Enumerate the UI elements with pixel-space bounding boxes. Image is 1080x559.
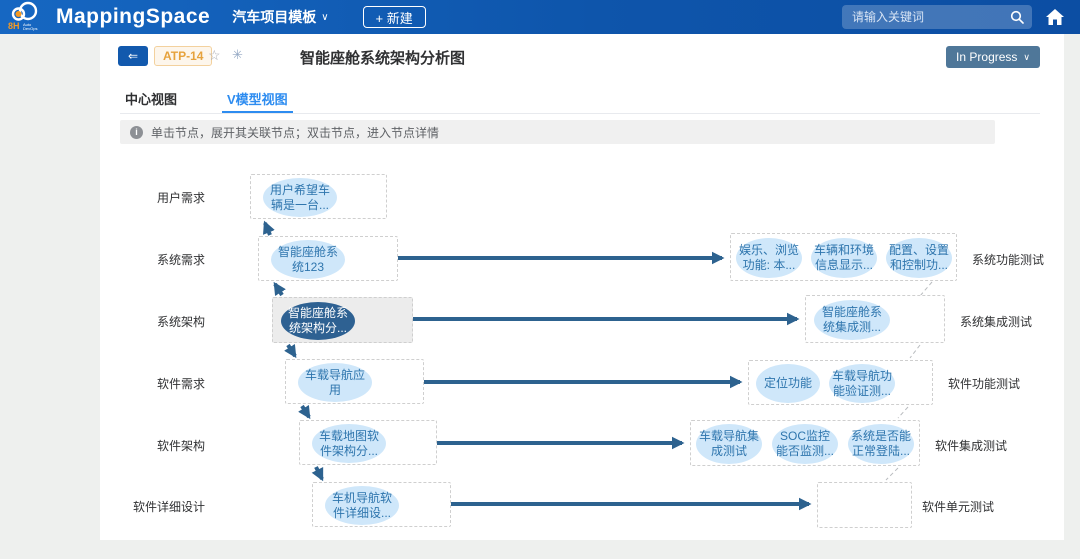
cloud-logo-icon: [10, 1, 44, 23]
node-test-system-login[interactable]: 系统是否能 正常登陆...: [848, 424, 914, 464]
test-label-software-integration: 软件集成测试: [935, 437, 1007, 454]
info-icon: i: [130, 126, 143, 139]
node-group-software-architecture: 车载地图软 件架构分...: [299, 420, 437, 465]
search-box: [842, 5, 1032, 29]
node-group-system-architecture: 智能座舱系 统架构分...: [272, 297, 413, 343]
test-label-software-function: 软件功能测试: [948, 375, 1020, 392]
test-group-software-function: 定位功能 车载导航功 能验证测...: [748, 360, 933, 405]
node-test-positioning[interactable]: 定位功能: [756, 364, 820, 403]
node-group-user-requirement: 用户希望车 辆是一台...: [250, 174, 387, 219]
search-icon[interactable]: [1010, 10, 1024, 24]
info-tip-text: 单击节点，展开其关联节点；双击节点，进入节点详情: [151, 124, 439, 141]
app-logo: 8H Auto DevOps: [6, 0, 50, 34]
home-icon[interactable]: [1046, 9, 1064, 25]
new-button[interactable]: + 新建: [363, 6, 426, 28]
brand-wordmark: MappingSpace: [56, 5, 210, 29]
node-test-cockpit-integration[interactable]: 智能座舱系 统集成测...: [814, 300, 890, 340]
row-label-user-requirements: 用户需求: [110, 189, 205, 206]
back-arrow-icon: ⇐: [128, 49, 138, 63]
row-label-software-detailed-design: 软件详细设计: [110, 498, 205, 515]
item-id-badge[interactable]: ATP-14: [154, 46, 212, 66]
logo-subtext: Auto DevOps: [23, 23, 45, 31]
status-dropdown[interactable]: In Progress ∨: [946, 46, 1040, 68]
row-label-system-requirements: 系统需求: [110, 251, 205, 268]
node-group-system-requirement: 智能座舱系 统123: [258, 236, 398, 281]
back-button[interactable]: ⇐: [118, 46, 148, 66]
row-label-system-architecture: 系统架构: [110, 313, 205, 330]
info-bar: i 单击节点，展开其关联节点；双击节点，进入节点详情: [120, 120, 995, 144]
asterisk-icon[interactable]: ✳: [232, 47, 243, 63]
node-software-requirement[interactable]: 车载导航应 用: [298, 363, 372, 402]
project-selector-label: 汽车项目模板: [232, 7, 316, 27]
test-label-software-unit: 软件单元测试: [922, 498, 994, 515]
test-group-software-unit-empty: [817, 482, 912, 528]
node-test-nav-integration[interactable]: 车载导航集 成测试: [696, 424, 762, 464]
node-test-config-control[interactable]: 配置、设置 和控制功...: [886, 238, 952, 278]
node-test-soc-monitor[interactable]: SOC监控 能否监测...: [772, 424, 838, 464]
node-group-software-detailed-design: 车机导航软 件详细设...: [312, 482, 451, 527]
chevron-down-icon: ∨: [1023, 52, 1030, 63]
node-user-requirement[interactable]: 用户希望车 辆是一台...: [263, 178, 337, 217]
main-content-card: ⇐ ATP-14 ☆ ✳ 智能座舱系统架构分析图 In Progress ∨ 中…: [100, 34, 1064, 540]
top-navigation-bar: 8H Auto DevOps MappingSpace 汽车项目模板 ∨ + 新…: [0, 0, 1080, 34]
test-label-system-integration: 系统集成测试: [960, 313, 1032, 330]
status-label: In Progress: [956, 50, 1017, 64]
node-test-nav-verification[interactable]: 车载导航功 能验证测...: [829, 364, 895, 403]
tab-center-view[interactable]: 中心视图: [120, 80, 182, 113]
node-system-requirement[interactable]: 智能座舱系 统123: [271, 240, 345, 279]
test-group-system-function: 娱乐、浏览 功能: 本... 车辆和环境 信息显示... 配置、设置 和控制功.…: [730, 233, 957, 281]
chevron-down-icon: ∨: [321, 12, 328, 23]
test-label-system-function: 系统功能测试: [972, 251, 1044, 268]
star-favorite-icon[interactable]: ☆: [208, 47, 221, 64]
project-selector[interactable]: 汽车项目模板 ∨: [232, 7, 328, 27]
logo-8h-text: 8H: [8, 21, 20, 31]
page-header: ⇐ ATP-14 ☆ ✳ 智能座舱系统架构分析图 In Progress ∨: [100, 34, 1064, 78]
row-label-software-architecture: 软件架构: [110, 437, 205, 454]
node-software-detailed-design[interactable]: 车机导航软 件详细设...: [325, 486, 399, 525]
tab-vmodel-view[interactable]: V模型视图: [222, 80, 293, 113]
vmodel-diagram: 用户需求 系统需求 系统架构 软件需求 软件架构 软件详细设计 系统功能测试 系…: [100, 143, 1064, 540]
node-group-software-requirement: 车载导航应 用: [285, 359, 424, 404]
node-test-entertainment[interactable]: 娱乐、浏览 功能: 本...: [736, 238, 802, 278]
test-group-software-integration: 车载导航集 成测试 SOC监控 能否监测... 系统是否能 正常登陆...: [690, 420, 920, 466]
node-software-architecture[interactable]: 车载地图软 件架构分...: [312, 424, 386, 463]
node-test-vehicle-env-info[interactable]: 车辆和环境 信息显示...: [811, 238, 877, 278]
row-label-software-requirements: 软件需求: [110, 375, 205, 392]
node-system-architecture-selected[interactable]: 智能座舱系 统架构分...: [281, 302, 355, 340]
search-input[interactable]: [852, 10, 1010, 24]
view-tabs: 中心视图 V模型视图: [120, 80, 1040, 114]
test-group-system-integration: 智能座舱系 统集成测...: [805, 295, 945, 343]
page-title: 智能座舱系统架构分析图: [300, 47, 465, 68]
